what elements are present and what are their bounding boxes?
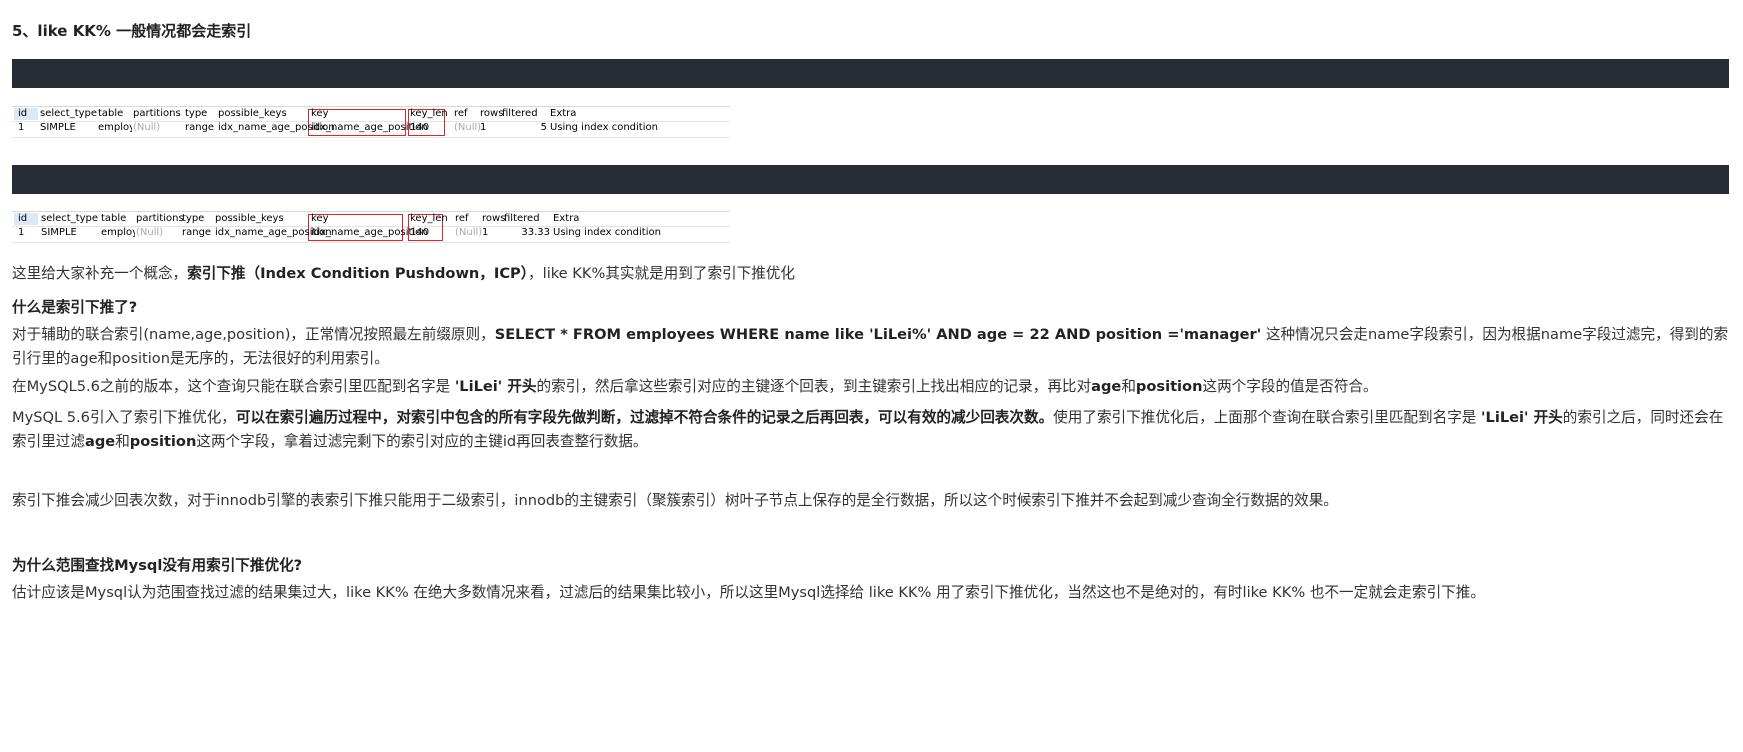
bold-span: 可以在索引遍历过程中，对索引中包含的所有字段先做判断，过滤掉不符合条件的记录之后… bbox=[235, 409, 1054, 426]
table-cell: Using index condition bbox=[553, 227, 661, 238]
column-header: Extra bbox=[550, 108, 577, 119]
column-header: ref bbox=[454, 108, 468, 119]
icp-term: 索引下推（Index Condition Pushdown，ICP） bbox=[187, 265, 529, 282]
table-cell: SIMPLE bbox=[41, 227, 77, 238]
bold-span: position bbox=[1135, 378, 1203, 395]
table-cell: (Null) bbox=[455, 227, 483, 238]
column-header: rows bbox=[482, 213, 506, 224]
column-header: key_len bbox=[410, 213, 448, 224]
column-header: select_type bbox=[40, 108, 98, 119]
text-span: 使用了索引下推优化后，上面那个查询在联合索引里匹配到名字是 bbox=[1053, 409, 1482, 426]
text-span: 和 bbox=[1121, 378, 1136, 395]
table-cell: 140 bbox=[410, 122, 430, 133]
column-header: filtered bbox=[504, 213, 540, 224]
column-header: type bbox=[185, 108, 208, 119]
leftmost-prefix-paragraph: 对于辅助的联合索引(name,age,position)，正常情况按照最左前缀原… bbox=[12, 323, 1732, 371]
table-cell: 1 bbox=[482, 227, 489, 238]
table-cell: employe bbox=[98, 122, 132, 133]
column-header: type bbox=[182, 213, 205, 224]
column-header: table bbox=[98, 108, 124, 119]
before-mysql56-paragraph: 在MySQL5.6之前的版本，这个查询只能在联合索引里匹配到名字是 'LiLei… bbox=[12, 375, 1732, 399]
table-cell: SIMPLE bbox=[40, 122, 76, 133]
text-span: MySQL 5.6引入了索引下推优化， bbox=[12, 409, 236, 426]
text-span: 的索引，然后拿这些索引对应的主键逐个回表，到主键索引上找出相应的记录，再比对 bbox=[536, 378, 1092, 395]
bold-span: age bbox=[1091, 378, 1122, 395]
table-cell: 1 bbox=[18, 122, 25, 133]
sql-inline-bold: SELECT * FROM employees WHERE name like … bbox=[494, 326, 1262, 343]
section-heading: 5、like KK% 一般情况都会走索引 bbox=[12, 22, 252, 40]
text-span: 这两个字段，拿着过滤完剩下的索引对应的主键id再回表查整行数据。 bbox=[196, 433, 648, 450]
bold-span: position bbox=[129, 433, 197, 450]
explain-result-table-1: id select_type table partitions type possible… bbox=[12, 106, 730, 138]
icp-concept-paragraph: 这里给大家补充一个概念，索引下推（Index Condition Pushdow… bbox=[12, 262, 1732, 286]
text-span: 这两个字段的值是否符合。 bbox=[1202, 378, 1378, 395]
sql-code-block-1: 1EXPLAIN SELECT * FROM employees WHERE n… bbox=[12, 59, 1729, 88]
column-header: key bbox=[311, 213, 329, 224]
bold-span: 'LiLei' 开头 bbox=[1481, 409, 1563, 426]
explain-result-table-2: id select_type table partitions type possible… bbox=[12, 211, 730, 243]
column-header: filtered bbox=[502, 108, 538, 119]
reduce-lookups-paragraph: 索引下推会减少回表次数，对于innodb引擎的表索引下推只能用于二级索引，inn… bbox=[12, 492, 1338, 509]
table-cell: range bbox=[182, 227, 212, 238]
table-cell: 1 bbox=[480, 122, 487, 133]
column-header: select_type bbox=[41, 213, 99, 224]
column-header: rows bbox=[480, 108, 504, 119]
column-header: possible_keys bbox=[215, 213, 284, 224]
column-header: partitions bbox=[136, 213, 184, 224]
range-explanation-paragraph: 估计应该是Mysql认为范围查找过滤的结果集过大，like KK% 在绝大多数情… bbox=[12, 584, 1485, 601]
table-cell: 5 bbox=[540, 122, 547, 133]
column-header: key bbox=[311, 108, 329, 119]
column-header: id bbox=[18, 108, 28, 119]
sql-code-block-2: 1EXPLAIN SELECT * FROM employees_copy WH… bbox=[12, 165, 1729, 194]
text-span: 和 bbox=[115, 433, 130, 450]
text-span: ，like KK%其实就是用到了索引下推优化 bbox=[528, 265, 796, 282]
text-span: 这里给大家补充一个概念， bbox=[12, 265, 188, 282]
column-header: key_len bbox=[410, 108, 448, 119]
table-cell: (Null) bbox=[136, 227, 164, 238]
table-cell: range bbox=[185, 122, 215, 133]
why-range-no-icp-heading: 为什么范围查找Mysql没有用索引下推优化? bbox=[12, 557, 303, 574]
table-cell: employe bbox=[101, 227, 135, 238]
table-cell: 140 bbox=[410, 227, 430, 238]
column-header: id bbox=[18, 213, 28, 224]
text-span: 对于辅助的联合索引(name,age,position)，正常情况按照最左前缀原… bbox=[12, 326, 495, 343]
column-header: Extra bbox=[553, 213, 580, 224]
table-cell: (Null) bbox=[454, 122, 482, 133]
table-cell: Using index condition bbox=[550, 122, 658, 133]
table-cell: 33.33 bbox=[521, 227, 550, 238]
column-header: table bbox=[101, 213, 127, 224]
text-span: 在MySQL5.6之前的版本，这个查询只能在联合索引里匹配到名字是 bbox=[12, 378, 455, 395]
mysql56-icp-paragraph: MySQL 5.6引入了索引下推优化，可以在索引遍历过程中，对索引中包含的所有字… bbox=[12, 406, 1732, 454]
what-is-icp-heading: 什么是索引下推了? bbox=[12, 299, 138, 316]
bold-span: 'LiLei' 开头 bbox=[454, 378, 537, 395]
bold-span: age bbox=[84, 433, 116, 450]
column-header: partitions bbox=[133, 108, 181, 119]
table-cell: 1 bbox=[18, 227, 25, 238]
column-header: ref bbox=[455, 213, 469, 224]
table-cell: (Null) bbox=[133, 122, 161, 133]
column-header: possible_keys bbox=[218, 108, 287, 119]
